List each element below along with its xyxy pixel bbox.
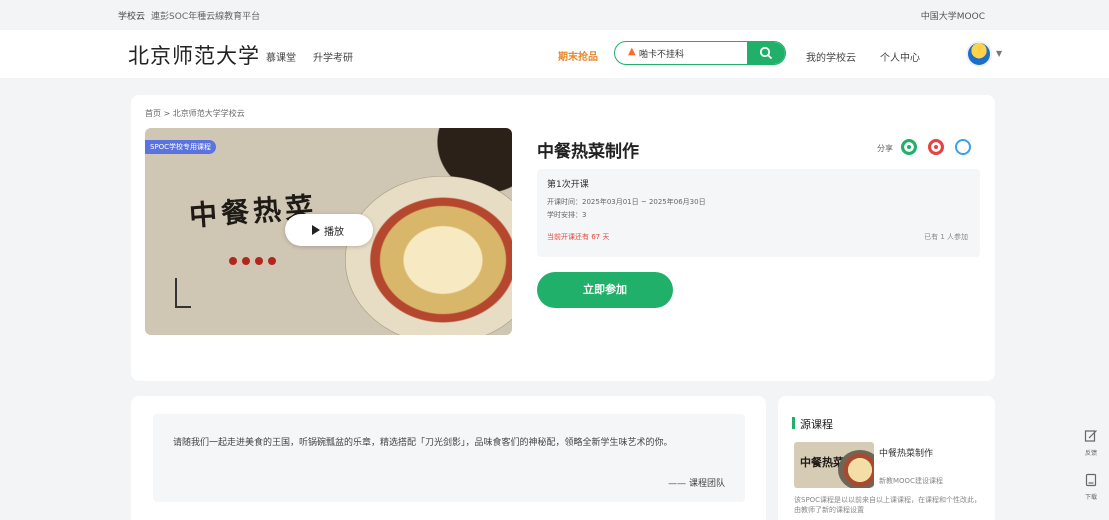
weibo-share-icon[interactable] [928,139,944,155]
term-label: 第1次开课 [547,180,589,190]
wechat-share-icon[interactable] [901,139,917,155]
course-cover[interactable]: 中餐热菜 SPOC学校专用课程 播放 [145,128,512,335]
source-course-description: 该SPOC课程是以以前来自以上课课程，在课程和个性改此，由教师了新的课程设置 [794,496,982,514]
brand-tagline: 連彭SOC年種云線教育平台 [151,12,261,22]
feedback-tool[interactable]: 反馈 [1080,428,1102,457]
chevron-down-icon[interactable]: ▼ [996,49,1002,58]
thumbnail-dish [838,450,874,488]
my-school-cloud-link[interactable]: 我的学校云 [806,49,856,64]
joined-count: 已有 1 人参加 [924,233,968,241]
seal-dots [229,250,281,269]
university-logo[interactable]: 北京师范大学 [128,40,260,70]
spoc-badge: SPOC学校专用课程 [145,140,217,154]
intro-section: 请随我们一起走进美食的王国，听锅碗瓢盆的乐章，精选搭配「刀光剑影」，品味食客们的… [131,396,766,520]
breadcrumb[interactable]: 首页 > 北京师范大学学校云 [145,108,245,119]
personal-center-link[interactable]: 个人中心 [880,49,920,64]
lantern-decoration [175,278,191,308]
course-dates: 开课时间：2025年03月01日 ~ 2025年06月30日 [547,198,706,206]
avatar[interactable] [966,41,992,67]
dish-image [345,176,512,335]
course-info-panel: 第1次开课 开课时间：2025年03月01日 ~ 2025年06月30日 学时安… [537,169,980,257]
nav-exam-prep[interactable]: 升学考研 [313,49,353,64]
brand-name[interactable]: 学校云 [118,12,145,22]
intro-quote: 请随我们一起走进美食的王国，听锅碗瓢盆的乐章，精选搭配「刀光剑影」，品味食客们的… [153,414,745,502]
quote-signature: —— 课程团队 [668,479,725,489]
play-button[interactable]: 播放 [285,214,373,246]
download-tool[interactable]: 下载 [1080,472,1102,501]
play-label: 播放 [324,227,344,238]
source-course-panel: 源课程 中餐热菜 中餐热菜制作 新教MOOC建设课程 该SPOC课程是以以前来自… [778,396,995,520]
source-course-title[interactable]: 中餐热菜制作 [879,446,933,459]
flame-icon: ▲ [628,46,636,57]
course-card: 首页 > 北京师范大学学校云 中餐热菜 SPOC学校专用课程 播放 中餐热菜制作… [131,95,995,381]
nav-mooc-classroom[interactable]: 慕课堂 [266,49,296,64]
qq-share-icon[interactable] [955,139,971,155]
hot-promo-link[interactable]: 期末抢品 [558,48,598,63]
top-strip: 学校云 連彭SOC年種云線教育平台 中国大学MOOC [0,0,1109,30]
feedback-label: 反馈 [1084,450,1097,457]
source-course-thumbnail[interactable]: 中餐热菜 [794,442,874,488]
site-header: 北京师范大学 慕课堂 升学考研 期末抢品 ▲ 我的学校云 个人中心 ▼ [0,30,1109,78]
download-icon [1085,473,1097,487]
heading-accent [792,417,795,429]
feedback-icon [1084,430,1097,442]
play-icon [312,225,320,235]
course-hours: 学时安排：3 [547,211,587,219]
search-input[interactable] [639,44,749,62]
course-title: 中餐热菜制作 [537,142,639,162]
share-label: 分享 [877,144,893,153]
search-icon [759,46,773,60]
source-course-heading: 源课程 [800,418,833,431]
source-course-provider: 新教MOOC建设课程 [879,477,943,485]
join-button[interactable]: 立即参加 [537,272,673,308]
search-box: ▲ [614,41,786,65]
download-label: 下载 [1084,494,1097,501]
search-button[interactable] [747,42,785,64]
countdown-note: 当前开课还有 67 天 [547,233,610,241]
top-brand: 学校云 連彭SOC年種云線教育平台 [118,9,260,22]
mooc-link[interactable]: 中国大学MOOC [921,9,985,22]
quote-text: 请随我们一起走进美食的王国，听锅碗瓢盆的乐章，精选搭配「刀光剑影」，品味食客们的… [173,438,673,448]
